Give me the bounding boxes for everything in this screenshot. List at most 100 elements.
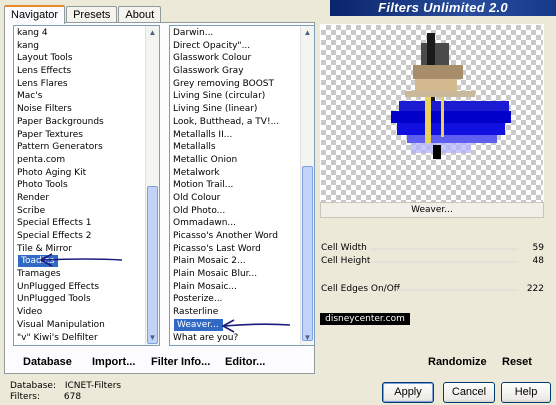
filter-list-item[interactable]: Metallic Onion	[170, 154, 300, 167]
category-list-item[interactable]: Video	[14, 306, 145, 319]
filter-scrollbar[interactable]: ▲ ▼	[300, 26, 314, 345]
list-item-label: Darwin...	[173, 28, 214, 38]
category-list-item[interactable]: Paper Textures	[14, 129, 145, 142]
filter-list-item[interactable]: Darwin...	[170, 27, 300, 40]
list-item-label: Plain Mosaic...	[173, 281, 238, 292]
filter-list-item[interactable]: Ommadawn...	[170, 217, 300, 230]
filter-list-item[interactable]: Motion Trail...	[170, 179, 300, 192]
tab-presets[interactable]: Presets	[66, 6, 118, 23]
list-item-label: kang	[17, 40, 39, 51]
category-list-item[interactable]: kang	[14, 40, 145, 53]
param-slider[interactable]	[370, 248, 518, 250]
status-database-value: ICNET-Filters	[64, 381, 122, 391]
scroll-up-icon[interactable]: ▲	[301, 26, 314, 40]
import-button[interactable]: Import...	[92, 356, 135, 368]
category-list-item[interactable]: "v" Kiwi's Delfilter	[14, 332, 145, 345]
category-list-item[interactable]: kang 4	[14, 27, 145, 40]
category-scroll-thumb[interactable]	[147, 186, 158, 344]
app-title-banner: Filters Unlimited 2.0	[330, 0, 556, 16]
category-list-item[interactable]: Paper Backgrounds	[14, 116, 145, 129]
filter-info-button[interactable]: Filter Info...	[151, 356, 210, 368]
filter-scroll-thumb[interactable]	[302, 166, 313, 341]
list-item-label: Photo Aging Kit	[17, 167, 87, 178]
category-list-item[interactable]: Photo Aging Kit	[14, 167, 145, 180]
category-list-item[interactable]: Scribe	[14, 205, 145, 218]
category-list-item[interactable]: Layout Tools	[14, 52, 145, 65]
filter-list-item[interactable]: Plain Mosaic...	[170, 281, 300, 294]
watermark: disneycenter.com	[320, 313, 410, 325]
category-list-item[interactable]: Lens Flares	[14, 78, 145, 91]
category-list-item[interactable]: Lens Effects	[14, 65, 145, 78]
category-list-item[interactable]: Mac's	[14, 90, 145, 103]
list-item-label: Video	[17, 307, 43, 318]
status-database: Database: ICNET-Filters	[10, 381, 121, 392]
list-item-label: Metalwork	[173, 167, 220, 178]
tab-about[interactable]: About	[118, 6, 162, 23]
filter-list-item[interactable]: Direct Opacity"...	[170, 40, 300, 53]
param-slider[interactable]	[398, 289, 518, 291]
cancel-button[interactable]: Cancel	[443, 382, 495, 403]
scroll-down-icon[interactable]: ▼	[301, 331, 314, 345]
category-list-item[interactable]: penta.com	[14, 154, 145, 167]
filter-list-item[interactable]: Posterize...	[170, 293, 300, 306]
list-item-label: UnPlugged Tools	[17, 294, 91, 305]
category-list-item[interactable]: UnPlugged Tools	[14, 293, 145, 306]
category-scrollbar[interactable]: ▲ ▼	[145, 26, 159, 345]
list-item-label: Old Colour	[173, 192, 221, 203]
filter-list-item[interactable]: Picasso's Last Word	[170, 243, 300, 256]
scroll-down-icon[interactable]: ▼	[146, 331, 159, 345]
filter-list-item[interactable]: What are you?	[170, 332, 300, 345]
filter-list[interactable]: Darwin... Direct Opacity"... Glasswork Col…	[169, 25, 315, 346]
filter-list-item[interactable]: Metallalls II...	[170, 129, 300, 142]
scroll-up-icon[interactable]: ▲	[146, 26, 159, 40]
database-button[interactable]: Database	[23, 356, 72, 368]
list-item-label: Paper Backgrounds	[17, 116, 104, 127]
list-item-label: Special Effects 2	[17, 231, 92, 241]
list-item-label: penta.com	[17, 154, 66, 165]
category-list-item[interactable]: Special Effects 2	[14, 230, 145, 243]
filter-list-item[interactable]: Plain Mosaic Blur...	[170, 268, 300, 281]
editor-button[interactable]: Editor...	[225, 356, 265, 368]
filter-list-item[interactable]: Plain Mosaic 2...	[170, 255, 300, 268]
category-list-item[interactable]: Special Effects 1	[14, 217, 145, 230]
randomize-button[interactable]: Randomize	[428, 356, 487, 368]
filter-list-item[interactable]: Old Colour	[170, 192, 300, 205]
category-list-item[interactable]: Tramages	[14, 268, 145, 281]
list-item-label: Plain Mosaic 2...	[173, 256, 246, 267]
category-list-item[interactable]: Photo Tools	[14, 179, 145, 192]
category-list-item[interactable]: Render	[14, 192, 145, 205]
list-item-label: Visual Manipulation	[17, 319, 105, 330]
param-cell-width[interactable]: Cell Width 59	[320, 243, 546, 255]
list-item-label: Pattern Generators	[17, 142, 103, 153]
filter-list-item[interactable]: Old Photo...	[170, 205, 300, 218]
apply-button[interactable]: Apply	[382, 382, 434, 403]
filter-list-item[interactable]: Glasswork Gray	[170, 65, 300, 78]
list-item-label: Special Effects 1	[17, 218, 92, 229]
filter-list-item[interactable]: Picasso's Another Word	[170, 230, 300, 243]
category-list-item[interactable]: Noise Filters	[14, 103, 145, 116]
filter-list-item[interactable]: Living Sine (circular)	[170, 90, 300, 103]
list-item-label: Mac's	[17, 91, 43, 102]
list-item-label: Paper Textures	[17, 129, 83, 140]
filter-list-item[interactable]: Living Sine (linear)	[170, 103, 300, 116]
list-item-label: Scribe	[17, 205, 46, 216]
category-list-item[interactable]: Visual Manipulation	[14, 319, 145, 332]
status-filters: Filters: 678	[10, 392, 81, 403]
param-cell-edges[interactable]: Cell Edges On/Off 222	[320, 284, 546, 296]
param-cell-height[interactable]: Cell Height 48	[320, 256, 546, 268]
reset-button[interactable]: Reset	[502, 356, 532, 368]
filter-list-item[interactable]: Look, Butthead, a TV!...	[170, 116, 300, 129]
tab-navigator[interactable]: Navigator	[4, 5, 66, 24]
list-item-label: Lens Flares	[17, 78, 68, 89]
help-button[interactable]: Help	[501, 382, 551, 403]
param-slider[interactable]	[370, 261, 518, 263]
filter-list-item[interactable]: Metallalls	[170, 141, 300, 154]
filter-list-item[interactable]: Metalwork	[170, 167, 300, 180]
category-list-item[interactable]: UnPlugged Effects	[14, 281, 145, 294]
filter-list-item[interactable]: Grey removing BOOST	[170, 78, 300, 91]
filter-list-item[interactable]: Glasswork Colour	[170, 52, 300, 65]
category-list[interactable]: kang 4 kang Layout Tools Lens Effects Lens F…	[13, 25, 160, 346]
list-item-label: Look, Butthead, a TV!...	[173, 116, 280, 127]
list-item-label: Noise Filters	[17, 104, 72, 115]
category-list-item[interactable]: Pattern Generators	[14, 141, 145, 154]
